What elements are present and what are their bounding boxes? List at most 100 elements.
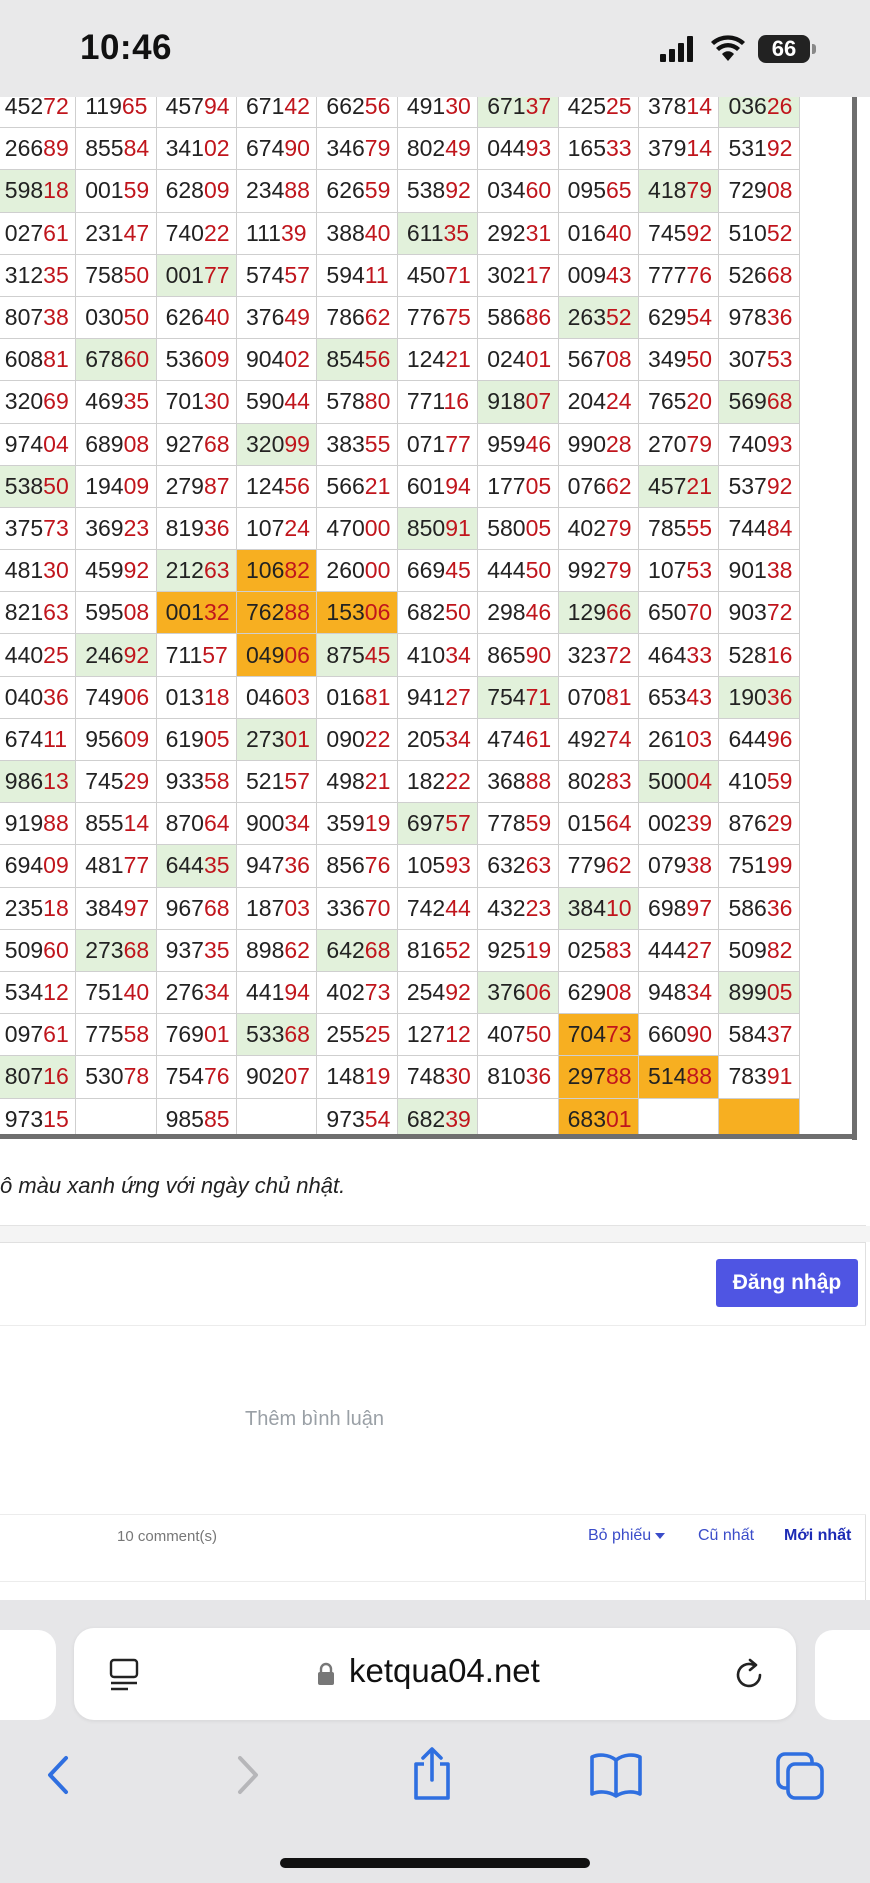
- results-table-container[interactable]: 4445272119654579467142662564913067137425…: [0, 97, 870, 1137]
- result-cell: 00177: [155, 253, 238, 297]
- cell-last-two-digits: 82: [766, 936, 793, 963]
- previous-tab-preview[interactable]: [0, 1630, 56, 1720]
- cell-last-two-digits: 90: [525, 641, 552, 668]
- cell-last-two-digits: 46: [525, 430, 552, 457]
- result-cell: 62954: [638, 295, 720, 340]
- cell-leading-digits: 598: [4, 177, 44, 204]
- cell-last-two-digits: 57: [284, 768, 310, 795]
- cell-leading-digits: 821: [4, 599, 44, 626]
- reload-icon[interactable]: [732, 1658, 766, 1692]
- login-button[interactable]: Đăng nhập: [716, 1259, 858, 1307]
- vote-sort-dropdown[interactable]: Bỏ phiếu: [588, 1527, 666, 1545]
- cell-leading-digits: 567: [567, 346, 606, 373]
- result-cell: 25492: [396, 970, 479, 1015]
- cell-last-two-digits: 56: [364, 346, 391, 373]
- sort-oldest-link[interactable]: Cũ nhất: [698, 1527, 754, 1545]
- result-cell: 81936: [155, 506, 238, 551]
- cell-last-two-digits: 81: [364, 683, 391, 710]
- cell-last-two-digits: 56: [284, 472, 310, 499]
- cell-leading-digits: 802: [406, 135, 446, 162]
- vote-sort-label: Bỏ phiếu: [588, 1527, 652, 1544]
- result-cell: 95946: [477, 422, 559, 466]
- result-cell: 38355: [316, 422, 398, 466]
- table-row: 5974046890892768320993835507177959469902…: [0, 422, 800, 466]
- table-row: 0320694693570130590445788077116918072042…: [0, 380, 800, 424]
- result-cell: 62659: [316, 169, 398, 213]
- cell-last-two-digits: 70: [686, 599, 712, 626]
- result-cell: 68908: [75, 422, 157, 466]
- cell-last-two-digits: 34: [445, 725, 471, 752]
- result-cell: 04906: [235, 633, 318, 677]
- cell-leading-digits: 016: [326, 683, 365, 710]
- result-cell: 60194: [396, 464, 479, 508]
- page-menu-icon[interactable]: [108, 1658, 140, 1692]
- cell-leading-digits: 015: [567, 810, 606, 837]
- tabs-icon[interactable]: [774, 1750, 826, 1802]
- result-cell: 58437: [718, 1013, 800, 1057]
- cell-last-two-digits: 68: [123, 936, 150, 963]
- share-icon[interactable]: [406, 1746, 458, 1802]
- cell-last-two-digits: 19: [525, 936, 552, 963]
- cell-leading-digits: 671: [246, 97, 285, 120]
- cell-last-two-digits: 22: [203, 219, 230, 246]
- cell-last-two-digits: 05: [766, 979, 793, 1006]
- next-tab-preview[interactable]: [815, 1630, 870, 1720]
- cell-leading-digits: 234: [246, 177, 285, 204]
- cell-leading-digits: 182: [406, 768, 446, 795]
- sort-newest-link[interactable]: Mới nhất: [784, 1527, 851, 1545]
- cell-last-two-digits: 81: [606, 683, 632, 710]
- comment-input[interactable]: Thêm bình luận: [0, 1326, 866, 1514]
- cell-last-two-digits: 39: [445, 1105, 471, 1132]
- cell-last-two-digits: 09: [123, 472, 150, 499]
- cell-leading-digits: 816: [406, 936, 446, 963]
- cell-leading-digits: 444: [648, 936, 687, 963]
- back-icon[interactable]: [34, 1750, 84, 1800]
- address-bar[interactable]: ketqua04.net: [74, 1628, 796, 1720]
- cell-leading-digits: 807: [4, 1063, 44, 1090]
- result-cell: 12456: [235, 464, 318, 508]
- forward-icon[interactable]: [222, 1750, 272, 1800]
- result-cell: 76901: [155, 1013, 238, 1057]
- cell-last-two-digits: 86: [525, 304, 552, 331]
- cell-last-two-digits: 77: [203, 261, 230, 288]
- cell-leading-digits: 036: [728, 97, 767, 120]
- cell-last-two-digits: 40: [203, 304, 230, 331]
- table-row: 4445272119654579467142662564913067137425…: [0, 97, 800, 129]
- cell-leading-digits: 751: [85, 979, 124, 1006]
- cell-leading-digits: 900: [246, 810, 285, 837]
- cell-leading-digits: 854: [326, 346, 365, 373]
- result-cell: 12712: [396, 1013, 479, 1057]
- cell-leading-digits: 418: [648, 177, 687, 204]
- cell-leading-digits: 212: [165, 557, 204, 584]
- result-cell: 89862: [235, 928, 318, 972]
- result-cell: 11965: [75, 97, 157, 129]
- result-cell: 07938: [638, 844, 720, 888]
- cell-leading-digits: 187: [246, 894, 285, 921]
- cell-last-two-digits: 76: [203, 1063, 230, 1090]
- cell-last-two-digits: 55: [364, 430, 391, 457]
- result-cell: 44427: [638, 928, 720, 972]
- cell-last-two-digits: 02: [203, 135, 230, 162]
- cell-leading-digits: 990: [567, 430, 606, 457]
- result-cell: 68239: [396, 1097, 479, 1137]
- cell-last-two-digits: 16: [766, 641, 793, 668]
- cell-leading-digits: 729: [728, 177, 767, 204]
- cell-leading-digits: 255: [326, 1021, 365, 1048]
- cell-last-two-digits: 80: [364, 388, 391, 415]
- result-cell: 02583: [557, 928, 640, 972]
- cell-last-two-digits: 44: [284, 388, 310, 415]
- cell-last-two-digits: 60: [43, 936, 69, 963]
- cell-last-two-digits: 68: [203, 894, 230, 921]
- cell-last-two-digits: 93: [525, 135, 552, 162]
- cell-last-two-digits: 12: [43, 979, 69, 1006]
- result-cell: 90402: [235, 338, 318, 382]
- result-cell: 56708: [557, 338, 640, 382]
- cell-leading-digits: 302: [487, 261, 526, 288]
- result-cell: 94736: [235, 844, 318, 888]
- cell-leading-digits: 044: [487, 135, 526, 162]
- cell-leading-digits: 521: [246, 768, 285, 795]
- result-cell: 72908: [718, 169, 800, 213]
- bookmarks-icon[interactable]: [588, 1750, 644, 1800]
- cell-last-two-digits: 49: [284, 304, 310, 331]
- cell-last-two-digits: 03: [686, 725, 712, 752]
